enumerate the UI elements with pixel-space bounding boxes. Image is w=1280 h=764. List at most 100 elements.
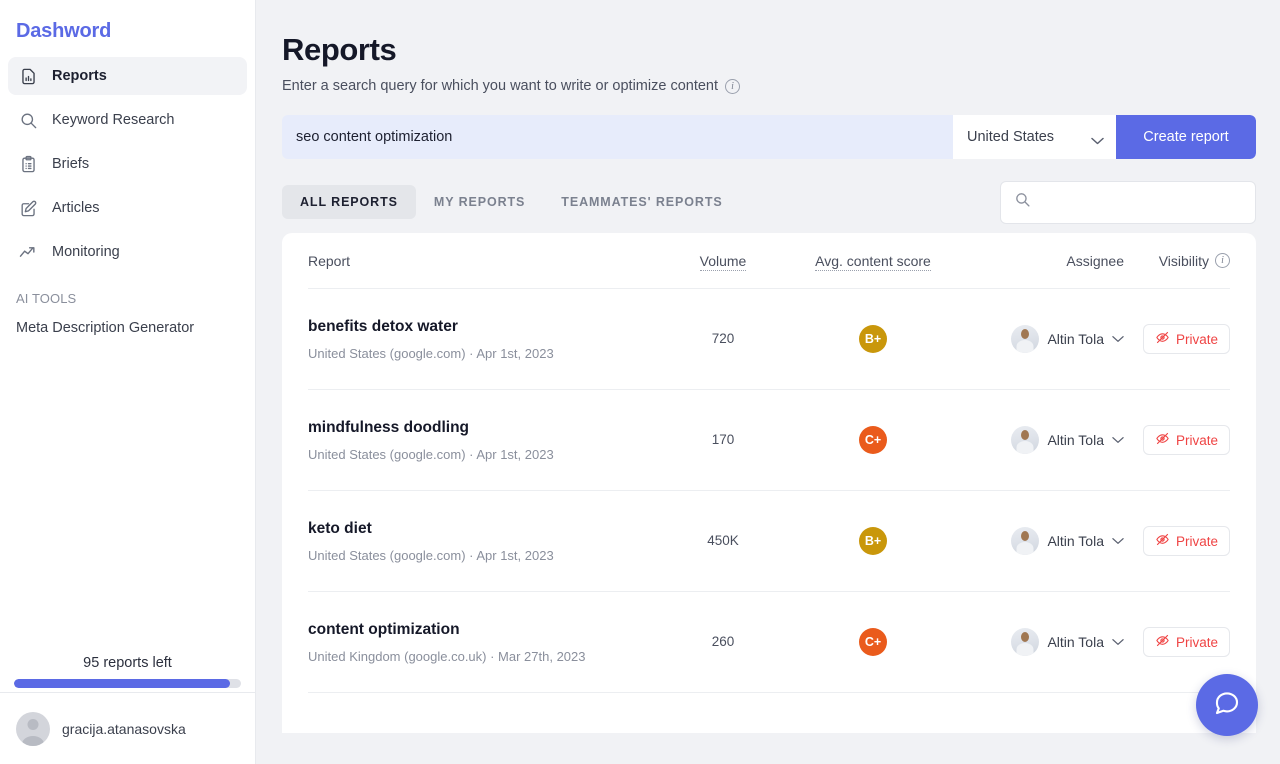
report-keyword[interactable]: mindfulness doodling bbox=[308, 419, 668, 437]
assignee-selector[interactable]: Altin Tola bbox=[976, 325, 1124, 353]
report-meta: United States (google.com) · Apr 1st, 20… bbox=[308, 547, 554, 563]
sidebar-item-keyword-research[interactable]: Keyword Research bbox=[8, 101, 247, 139]
sidebar-item-label: Monitoring bbox=[52, 244, 120, 260]
brand-logo[interactable]: Dashword bbox=[0, 0, 255, 57]
report-doc-icon bbox=[18, 66, 38, 86]
column-header-volume[interactable]: Volume bbox=[668, 252, 778, 271]
report-meta: United Kingdom (google.co.uk) · Mar 27th… bbox=[308, 648, 586, 664]
visibility-toggle-button[interactable]: Private bbox=[1142, 627, 1230, 657]
column-header-report: Report bbox=[308, 252, 351, 269]
quota-progress-track bbox=[14, 679, 241, 688]
avatar bbox=[1011, 628, 1040, 656]
reports-table-card: Report Volume Avg. content score Assigne… bbox=[282, 233, 1256, 733]
visibility-label: Private bbox=[1175, 432, 1218, 448]
search-input[interactable] bbox=[1040, 194, 1242, 210]
tab-my-reports[interactable]: MY REPORTS bbox=[416, 185, 543, 219]
chevron-down-icon bbox=[1112, 633, 1124, 651]
page-title: Reports bbox=[282, 32, 397, 67]
visibility-toggle-button[interactable]: Private bbox=[1142, 526, 1230, 556]
report-volume: 260 bbox=[711, 634, 735, 649]
table-row[interactable]: mindfulness doodling United States (googl… bbox=[308, 390, 1230, 491]
table-body: benefits detox water United States (googl… bbox=[308, 289, 1230, 693]
avatar bbox=[1011, 426, 1040, 454]
tab-teammates-reports[interactable]: TEAMMATES' REPORTS bbox=[543, 185, 740, 219]
report-volume: 720 bbox=[711, 331, 735, 346]
assignee-selector[interactable]: Altin Tola bbox=[976, 527, 1124, 555]
country-select[interactable]: United States bbox=[953, 115, 1116, 159]
report-meta: United States (google.com) · Apr 1st, 20… bbox=[308, 446, 554, 462]
sidebar-item-articles[interactable]: Articles bbox=[8, 189, 247, 227]
tab-all-reports[interactable]: ALL REPORTS bbox=[282, 185, 416, 219]
table-row[interactable]: keto diet United States (google.com) · Ap… bbox=[308, 491, 1230, 592]
user-avatar-icon bbox=[16, 711, 50, 746]
avatar bbox=[1011, 527, 1040, 555]
report-volume: 170 bbox=[711, 432, 735, 447]
search-icon bbox=[1014, 191, 1031, 213]
visibility-toggle-button[interactable]: Private bbox=[1142, 324, 1230, 354]
sidebar-item-monitoring[interactable]: Monitoring bbox=[8, 233, 247, 271]
search-icon bbox=[18, 110, 38, 130]
table-row[interactable]: benefits detox water United States (googl… bbox=[308, 289, 1230, 390]
visibility-label: Private bbox=[1175, 331, 1218, 347]
sidebar-item-briefs[interactable]: Briefs bbox=[8, 145, 247, 183]
table-row[interactable]: content optimization United Kingdom (goog… bbox=[308, 592, 1230, 693]
page-subtitle: Enter a search query for which you want … bbox=[282, 78, 719, 94]
column-header-visibility: Visibility i bbox=[1124, 253, 1230, 269]
tabs-row: ALL REPORTS MY REPORTS TEAMMATES' REPORT… bbox=[282, 180, 1256, 224]
assignee-selector[interactable]: Altin Tola bbox=[976, 426, 1124, 454]
content-score-badge: C+ bbox=[859, 628, 887, 656]
page-subtitle-row: Enter a search query for which you want … bbox=[282, 78, 1256, 94]
eye-off-icon bbox=[1155, 633, 1170, 651]
table-header-row: Report Volume Avg. content score Assigne… bbox=[308, 233, 1230, 289]
reports-search-box[interactable] bbox=[1000, 180, 1256, 224]
report-keyword[interactable]: keto diet bbox=[308, 520, 668, 538]
chevron-down-icon bbox=[1112, 431, 1124, 449]
content-score-badge: B+ bbox=[859, 325, 887, 353]
assignee-name: Altin Tola bbox=[1047, 432, 1104, 448]
trending-up-icon bbox=[18, 242, 38, 262]
report-keyword[interactable]: benefits detox water bbox=[308, 318, 668, 336]
column-header-assignee: Assignee bbox=[1066, 252, 1124, 269]
country-select-value: United States bbox=[967, 129, 1055, 145]
assignee-name: Altin Tola bbox=[1047, 331, 1104, 347]
report-keyword[interactable]: content optimization bbox=[308, 621, 668, 639]
chevron-down-icon bbox=[1112, 532, 1124, 550]
report-volume: 450K bbox=[707, 533, 739, 548]
eye-off-icon bbox=[1155, 330, 1170, 348]
main-content: Reports Enter a search query for which y… bbox=[256, 0, 1280, 764]
content-score-badge: C+ bbox=[859, 426, 887, 454]
create-report-button[interactable]: Create report bbox=[1116, 115, 1256, 159]
reports-quota: 95 reports left bbox=[0, 655, 255, 688]
sidebar-item-reports[interactable]: Reports bbox=[8, 57, 247, 95]
query-input[interactable] bbox=[282, 115, 953, 159]
visibility-toggle-button[interactable]: Private bbox=[1142, 425, 1230, 455]
assignee-name: Altin Tola bbox=[1047, 533, 1104, 549]
info-icon[interactable]: i bbox=[725, 78, 741, 94]
assignee-selector[interactable]: Altin Tola bbox=[976, 628, 1124, 656]
avatar bbox=[1011, 325, 1040, 353]
content-score-badge: B+ bbox=[859, 527, 887, 555]
column-header-avg-content-score[interactable]: Avg. content score bbox=[778, 252, 968, 271]
info-icon[interactable]: i bbox=[1215, 253, 1230, 268]
app-root: Dashword Reports Keyword Research Briefs… bbox=[0, 0, 1280, 764]
query-bar: United States Create report bbox=[282, 115, 1256, 159]
sidebar-item-meta-description-generator[interactable]: Meta Description Generator bbox=[0, 316, 255, 340]
sidebar-item-label: Reports bbox=[52, 68, 107, 84]
sidebar-nav: Reports Keyword Research Briefs Articles… bbox=[0, 57, 255, 277]
user-name: gracija.atanasovska bbox=[62, 720, 186, 737]
assignee-name: Altin Tola bbox=[1047, 634, 1104, 650]
pencil-square-icon bbox=[18, 198, 38, 218]
sidebar-item-label: Briefs bbox=[52, 156, 90, 172]
sidebar-section-ai-tools: AI TOOLS bbox=[16, 291, 77, 306]
report-meta: United States (google.com) · Apr 1st, 20… bbox=[308, 345, 554, 361]
chevron-down-icon bbox=[1091, 133, 1104, 145]
chevron-down-icon bbox=[1112, 330, 1124, 348]
eye-off-icon bbox=[1155, 532, 1170, 550]
user-account-row[interactable]: gracija.atanasovska bbox=[0, 692, 255, 764]
quota-progress-fill bbox=[14, 679, 230, 688]
sidebar-item-label: Articles bbox=[52, 200, 100, 216]
eye-off-icon bbox=[1155, 431, 1170, 449]
visibility-label: Private bbox=[1175, 533, 1218, 549]
chat-support-button[interactable] bbox=[1196, 674, 1258, 736]
quota-label: 95 reports left bbox=[83, 655, 172, 671]
